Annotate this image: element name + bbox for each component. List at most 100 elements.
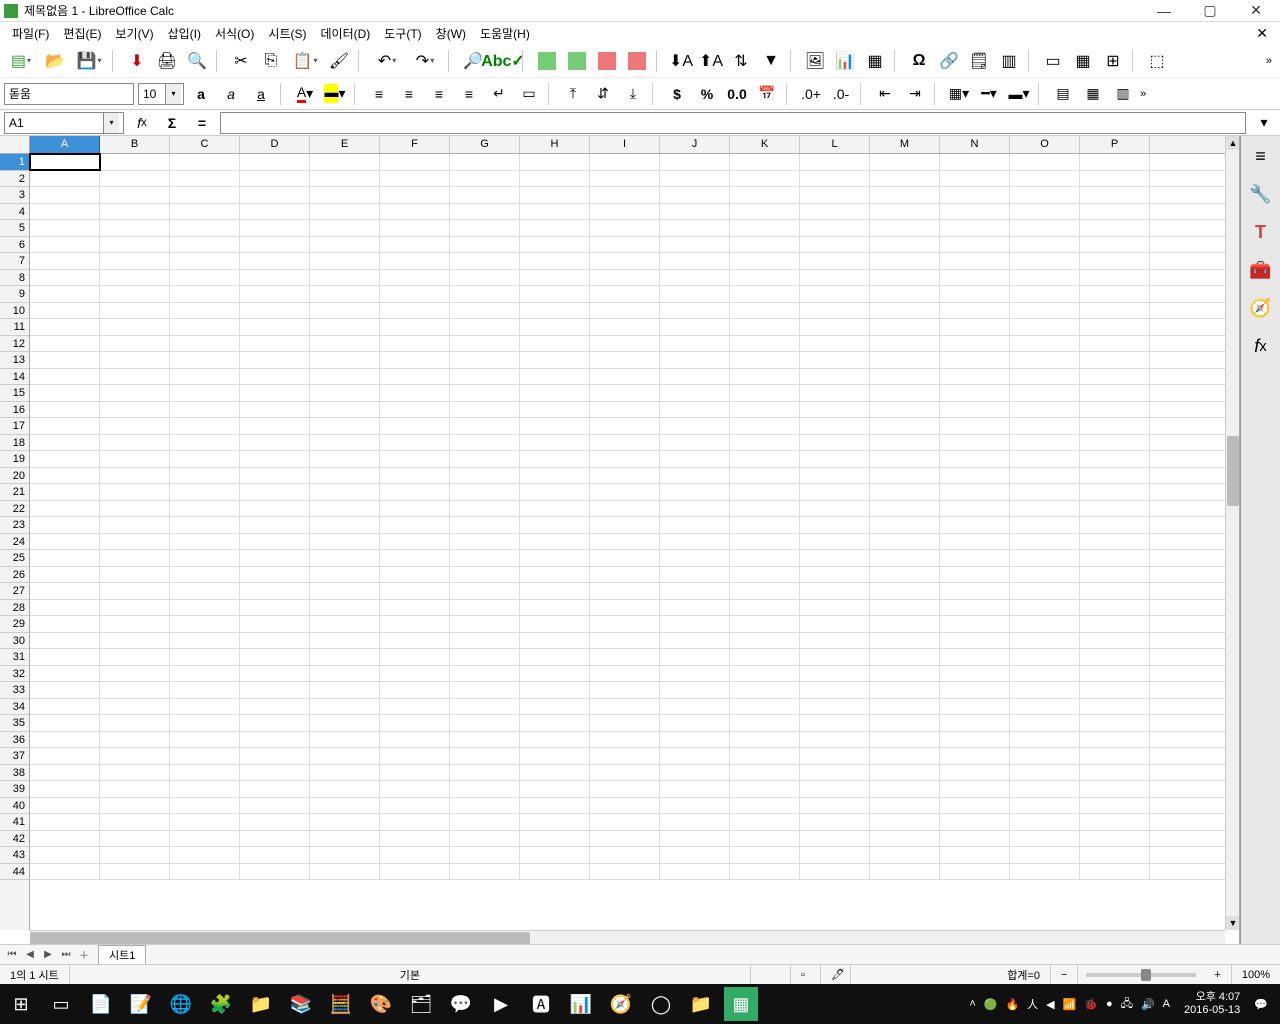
cell-H36[interactable] bbox=[520, 732, 590, 748]
tray-icon-5[interactable]: 📶 bbox=[1063, 998, 1077, 1011]
cell-D33[interactable] bbox=[240, 682, 310, 698]
cell-G22[interactable] bbox=[450, 501, 520, 517]
font-size-dropdown[interactable]: ▾ bbox=[165, 84, 181, 104]
tray-show-hidden-icon[interactable]: ˄ bbox=[969, 998, 975, 1010]
status-signature[interactable]: 🖊 bbox=[821, 965, 851, 984]
align-right-button[interactable]: ≡ bbox=[426, 81, 452, 107]
cell-D6[interactable] bbox=[240, 237, 310, 253]
cell-G6[interactable] bbox=[450, 237, 520, 253]
new-button[interactable]: ▤▾ bbox=[4, 48, 38, 74]
cell-L14[interactable] bbox=[800, 369, 870, 385]
cell-I11[interactable] bbox=[590, 319, 660, 335]
name-box[interactable]: ▾ bbox=[4, 112, 124, 134]
cell-I4[interactable] bbox=[590, 204, 660, 220]
cell-N6[interactable] bbox=[940, 237, 1010, 253]
row-header-43[interactable]: 43 bbox=[0, 847, 29, 864]
cell-L33[interactable] bbox=[800, 682, 870, 698]
cell-O8[interactable] bbox=[1010, 270, 1080, 286]
cell-G18[interactable] bbox=[450, 435, 520, 451]
cell-K41[interactable] bbox=[730, 814, 800, 830]
cell-A41[interactable] bbox=[30, 814, 100, 830]
tab-next-button[interactable]: ▶ bbox=[40, 947, 56, 963]
cell-C43[interactable] bbox=[170, 847, 240, 863]
cell-F15[interactable] bbox=[380, 385, 450, 401]
cell-E17[interactable] bbox=[310, 418, 380, 434]
cell-C19[interactable] bbox=[170, 451, 240, 467]
cell-H13[interactable] bbox=[520, 352, 590, 368]
cell-J2[interactable] bbox=[660, 171, 730, 187]
cell-P15[interactable] bbox=[1080, 385, 1150, 401]
cell-L4[interactable] bbox=[800, 204, 870, 220]
cell-O25[interactable] bbox=[1010, 550, 1080, 566]
taskbar-app-11[interactable]: ▶ bbox=[484, 987, 518, 1021]
cell-K15[interactable] bbox=[730, 385, 800, 401]
cell-C9[interactable] bbox=[170, 286, 240, 302]
cell-F26[interactable] bbox=[380, 567, 450, 583]
cell-J38[interactable] bbox=[660, 765, 730, 781]
cell-H30[interactable] bbox=[520, 633, 590, 649]
cell-N42[interactable] bbox=[940, 831, 1010, 847]
cell-H27[interactable] bbox=[520, 583, 590, 599]
row-header-18[interactable]: 18 bbox=[0, 435, 29, 452]
cell-J27[interactable] bbox=[660, 583, 730, 599]
row-header-1[interactable]: 1 bbox=[0, 154, 29, 171]
cell-N12[interactable] bbox=[940, 336, 1010, 352]
cell-M42[interactable] bbox=[870, 831, 940, 847]
cell-N26[interactable] bbox=[940, 567, 1010, 583]
cell-F20[interactable] bbox=[380, 468, 450, 484]
cell-D30[interactable] bbox=[240, 633, 310, 649]
cell-L20[interactable] bbox=[800, 468, 870, 484]
tab-first-button[interactable]: ⏮ bbox=[4, 947, 20, 963]
cell-O13[interactable] bbox=[1010, 352, 1080, 368]
cell-H12[interactable] bbox=[520, 336, 590, 352]
cell-K3[interactable] bbox=[730, 187, 800, 203]
cell-O21[interactable] bbox=[1010, 484, 1080, 500]
cell-I17[interactable] bbox=[590, 418, 660, 434]
cell-H23[interactable] bbox=[520, 517, 590, 533]
cell-N23[interactable] bbox=[940, 517, 1010, 533]
cell-N16[interactable] bbox=[940, 402, 1010, 418]
cell-C40[interactable] bbox=[170, 798, 240, 814]
cell-C1[interactable] bbox=[170, 154, 240, 170]
cell-B31[interactable] bbox=[100, 649, 170, 665]
row-header-3[interactable]: 3 bbox=[0, 187, 29, 204]
date-button[interactable]: 📅 bbox=[754, 81, 780, 107]
sidebar-settings-icon[interactable]: ≡ bbox=[1247, 142, 1275, 170]
cell-A34[interactable] bbox=[30, 699, 100, 715]
cell-H2[interactable] bbox=[520, 171, 590, 187]
cell-E4[interactable] bbox=[310, 204, 380, 220]
cell-C23[interactable] bbox=[170, 517, 240, 533]
insert-comment-button[interactable]: 🗒 bbox=[966, 48, 992, 74]
cell-H9[interactable] bbox=[520, 286, 590, 302]
cell-N34[interactable] bbox=[940, 699, 1010, 715]
cell-M22[interactable] bbox=[870, 501, 940, 517]
cell-K13[interactable] bbox=[730, 352, 800, 368]
cell-P42[interactable] bbox=[1080, 831, 1150, 847]
cell-M4[interactable] bbox=[870, 204, 940, 220]
cell-A10[interactable] bbox=[30, 303, 100, 319]
cell-P43[interactable] bbox=[1080, 847, 1150, 863]
cell-P4[interactable] bbox=[1080, 204, 1150, 220]
cell-F29[interactable] bbox=[380, 616, 450, 632]
taskbar-app-2[interactable]: 📝 bbox=[124, 987, 158, 1021]
cell-M29[interactable] bbox=[870, 616, 940, 632]
cell-I29[interactable] bbox=[590, 616, 660, 632]
cell-D3[interactable] bbox=[240, 187, 310, 203]
cell-J1[interactable] bbox=[660, 154, 730, 170]
cell-E18[interactable] bbox=[310, 435, 380, 451]
cell-B35[interactable] bbox=[100, 715, 170, 731]
cell-style-button[interactable]: ▦ bbox=[1080, 81, 1106, 107]
cell-B30[interactable] bbox=[100, 633, 170, 649]
cell-E32[interactable] bbox=[310, 666, 380, 682]
cell-G20[interactable] bbox=[450, 468, 520, 484]
row-header-7[interactable]: 7 bbox=[0, 253, 29, 270]
cell-N30[interactable] bbox=[940, 633, 1010, 649]
cell-L12[interactable] bbox=[800, 336, 870, 352]
cell-C25[interactable] bbox=[170, 550, 240, 566]
cell-K21[interactable] bbox=[730, 484, 800, 500]
cell-D11[interactable] bbox=[240, 319, 310, 335]
cell-N38[interactable] bbox=[940, 765, 1010, 781]
cell-J17[interactable] bbox=[660, 418, 730, 434]
cell-O5[interactable] bbox=[1010, 220, 1080, 236]
cell-P11[interactable] bbox=[1080, 319, 1150, 335]
